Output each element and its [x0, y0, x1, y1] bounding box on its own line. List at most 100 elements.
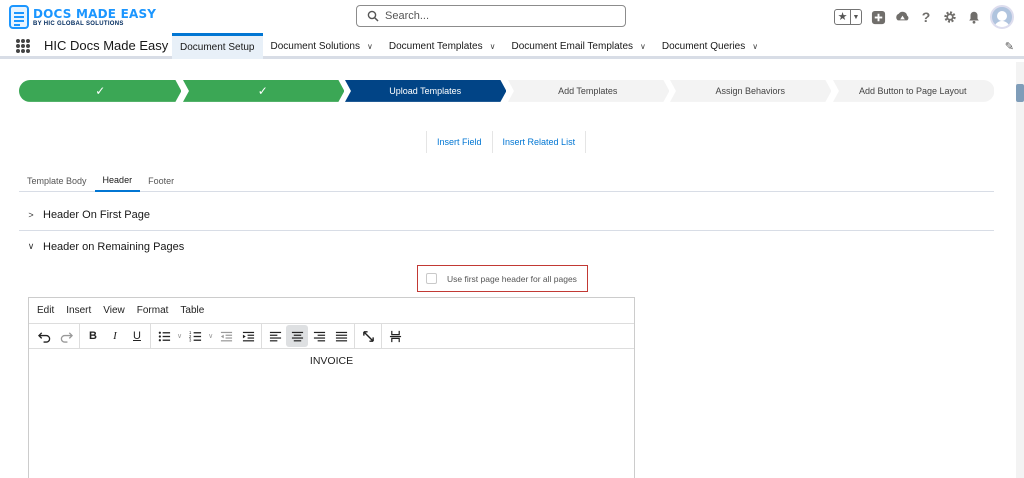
history-group [31, 323, 80, 349]
nav-tab-label: Document Email Templates [511, 40, 634, 52]
path-step-add-templates[interactable]: Add Templates [507, 80, 670, 102]
path-step-label: Assign Behaviors [715, 86, 786, 96]
section-title: Header On First Page [43, 209, 150, 221]
header-rich-text-editor: Edit Insert View Format Table B I U ∨ 12… [28, 297, 635, 478]
outdent-icon[interactable] [215, 325, 237, 347]
path-step-1[interactable]: ✓ [19, 80, 182, 102]
numbered-list-icon[interactable]: 123 [184, 325, 206, 347]
global-actions-add-icon[interactable] [870, 9, 886, 25]
nav-tab-label: Document Solutions [270, 40, 361, 52]
global-search[interactable] [356, 5, 626, 27]
path-step-label: Add Templates [558, 86, 618, 96]
tab-header[interactable]: Header [94, 170, 141, 192]
menu-edit[interactable]: Edit [31, 305, 60, 316]
editor-toolbar: B I U ∨ 123 ∨ [29, 323, 634, 349]
use-first-page-header-label[interactable]: Use first page header for all pages [447, 274, 577, 284]
undo-icon[interactable] [33, 325, 55, 347]
nav-tab-document-queries[interactable]: Document Queries ∨ [654, 33, 766, 59]
trailhead-icon[interactable] [894, 9, 910, 25]
section-header-on-first-page[interactable]: > Header On First Page [19, 200, 994, 231]
svg-text:3: 3 [189, 337, 192, 342]
menu-table[interactable]: Table [174, 305, 210, 316]
indent-icon[interactable] [237, 325, 259, 347]
setup-path: ✓ ✓ Upload Templates Add Templates Assig… [19, 80, 994, 102]
menu-format[interactable]: Format [131, 305, 175, 316]
use-first-page-header-checkbox[interactable] [426, 273, 437, 284]
search-input[interactable] [385, 10, 605, 22]
search-icon [367, 10, 379, 22]
app-name: HIC Docs Made Easy [44, 38, 169, 53]
app-navigation-bar: HIC Docs Made Easy Document Setup Docume… [0, 33, 1024, 59]
app-logo[interactable]: DOCS MADE EASY BY HIC GLOBAL SOLUTIONS [9, 5, 156, 31]
nav-tab-document-templates[interactable]: Document Templates ∨ [381, 33, 504, 59]
user-avatar[interactable] [990, 5, 1014, 29]
align-right-icon[interactable] [308, 325, 330, 347]
bell-icon[interactable] [966, 9, 982, 25]
path-step-label: Add Button to Page Layout [858, 86, 967, 96]
favorites-button[interactable]: ★ ▼ [834, 9, 862, 25]
help-icon[interactable]: ? [918, 9, 934, 25]
logo-title: DOCS MADE EASY [33, 7, 157, 21]
align-group [262, 323, 356, 349]
checkmark-icon: ✓ [257, 84, 268, 98]
chevron-right-icon: > [28, 210, 34, 220]
gear-icon[interactable] [942, 9, 958, 25]
align-justify-icon[interactable] [330, 325, 352, 347]
path-step-label: Upload Templates [389, 86, 462, 96]
scrollbar-thumb[interactable] [1016, 84, 1024, 102]
tab-template-body[interactable]: Template Body [19, 170, 95, 192]
nav-tab-label: Document Templates [388, 40, 483, 52]
use-first-page-header-option: Use first page header for all pages [417, 265, 588, 292]
section-header-on-remaining-pages[interactable]: ∨ Header on Remaining Pages [19, 231, 994, 262]
favorites-star-icon: ★ [835, 10, 851, 24]
menu-view[interactable]: View [97, 305, 131, 316]
chevron-down-icon: ▼ [852, 13, 860, 21]
nav-tabs: Document Setup Document Solutions ∨ Docum… [172, 33, 766, 59]
nav-tab-label: Document Queries [661, 40, 746, 52]
tab-footer[interactable]: Footer [140, 170, 182, 192]
global-header: DOCS MADE EASY BY HIC GLOBAL SOLUTIONS ★… [0, 0, 1024, 33]
nav-tab-document-email-templates[interactable]: Document Email Templates ∨ [503, 33, 653, 59]
logo-subtitle: BY HIC GLOBAL SOLUTIONS [33, 21, 124, 27]
editor-content-area[interactable]: INVOICE [29, 349, 634, 367]
editor-menubar: Edit Insert View Format Table [29, 298, 634, 323]
menu-insert[interactable]: Insert [60, 305, 97, 316]
insert-field-button[interactable]: Insert Field [426, 131, 493, 153]
italic-icon[interactable]: I [104, 325, 126, 347]
pagebreak-group [382, 323, 408, 349]
underline-icon[interactable]: U [126, 325, 148, 347]
path-step-assign-behaviors[interactable]: Assign Behaviors [669, 80, 832, 102]
list-group: ∨ 123 ∨ [151, 323, 263, 349]
page-scrollbar[interactable] [1016, 62, 1024, 478]
section-title: Header on Remaining Pages [43, 240, 185, 253]
logo-document-icon [9, 5, 29, 29]
edit-nav-pencil-icon[interactable]: ✎ [1005, 40, 1014, 53]
chevron-down-icon[interactable]: ∨ [367, 42, 373, 51]
redo-icon[interactable] [55, 325, 77, 347]
nav-tab-document-solutions[interactable]: Document Solutions ∨ [263, 33, 381, 59]
resize-group [355, 323, 383, 349]
align-left-icon[interactable] [264, 325, 286, 347]
checkmark-icon: ✓ [95, 84, 106, 98]
bold-icon[interactable]: B [82, 325, 104, 347]
path-step-2[interactable]: ✓ [182, 80, 345, 102]
chevron-down-icon[interactable]: ∨ [177, 332, 182, 340]
chevron-down-icon[interactable]: ∨ [640, 42, 646, 51]
app-launcher-icon[interactable] [16, 39, 30, 53]
insert-related-list-button[interactable]: Insert Related List [491, 131, 587, 153]
format-group: B I U [80, 323, 151, 349]
path-step-add-button-to-page-layout[interactable]: Add Button to Page Layout [832, 80, 995, 102]
nav-tab-document-setup[interactable]: Document Setup [172, 33, 263, 59]
insert-actions: Insert Field Insert Related List [426, 131, 587, 153]
bullet-list-icon[interactable] [153, 325, 175, 347]
path-step-upload-templates[interactable]: Upload Templates [344, 80, 507, 102]
chevron-down-icon[interactable]: ∨ [208, 332, 213, 340]
chevron-down-icon[interactable]: ∨ [490, 42, 496, 51]
page-break-icon[interactable] [384, 325, 406, 347]
chevron-down-icon[interactable]: ∨ [752, 42, 758, 51]
fullscreen-resize-icon[interactable] [357, 325, 379, 347]
align-center-icon[interactable] [286, 325, 309, 347]
editor-text: INVOICE [309, 355, 354, 367]
chevron-down-icon: ∨ [27, 241, 35, 251]
template-section-tabs: Template Body Header Footer [19, 170, 994, 192]
